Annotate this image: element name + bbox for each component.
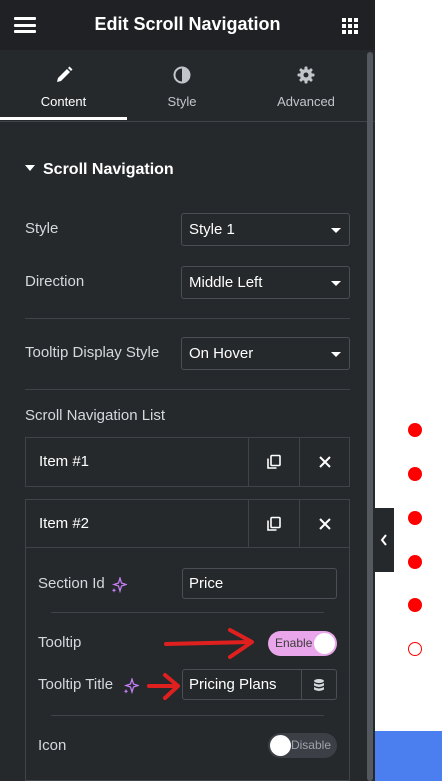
tooltip-display-style-select[interactable]: On Hover (181, 337, 350, 370)
section-toggle-scroll-navigation[interactable]: Scroll Navigation (25, 161, 174, 179)
nav-dot[interactable] (408, 511, 422, 525)
divider (51, 715, 324, 716)
nav-dot[interactable] (408, 423, 422, 437)
close-icon (319, 518, 331, 530)
repeater-item-1: Item #1 (25, 437, 350, 487)
tab-advanced[interactable]: Advanced (237, 50, 375, 122)
direction-select-value: Middle Left (189, 274, 263, 291)
panel-header: Edit Scroll Navigation (0, 0, 375, 50)
chevron-left-icon (380, 534, 387, 546)
divider (51, 612, 324, 613)
copy-icon (267, 516, 281, 531)
style-select-value: Style 1 (189, 221, 235, 238)
nav-dot[interactable] (408, 598, 422, 612)
toggle-knob (270, 735, 291, 756)
style-select[interactable]: Style 1 (181, 213, 350, 246)
database-icon (314, 678, 324, 691)
preview-section-bar (375, 731, 442, 781)
caret-down-icon (25, 165, 35, 171)
direction-label: Direction (25, 273, 85, 290)
section-id-input[interactable]: Price (182, 568, 337, 599)
section-id-value: Price (189, 575, 224, 592)
dynamic-tags-button[interactable] (302, 669, 337, 700)
remove-button[interactable] (299, 500, 350, 548)
copy-icon (267, 454, 281, 469)
panel-tabs: Content Style Advanced (0, 50, 375, 122)
duplicate-button[interactable] (248, 500, 299, 548)
nav-dot[interactable] (408, 555, 422, 569)
chevron-down-icon (331, 228, 341, 233)
gear-icon (297, 66, 315, 84)
divider (25, 389, 350, 390)
chevron-down-icon (331, 352, 341, 357)
tab-advanced-label: Advanced (277, 94, 335, 109)
panel-scrollbar[interactable] (367, 52, 373, 781)
chevron-down-icon (331, 281, 341, 286)
tab-style-label: Style (167, 94, 197, 109)
toggle-knob (314, 633, 335, 654)
panel-collapse-toggle[interactable] (375, 508, 394, 572)
repeater-item-2-title[interactable]: Item #2 (39, 515, 89, 532)
icon-toggle[interactable]: Disable (268, 733, 337, 758)
tooltip-toggle-text: Enable (275, 636, 313, 650)
divider (25, 318, 350, 319)
ai-sparkle-icon[interactable] (111, 577, 127, 593)
icon-toggle-text: Disable (290, 738, 331, 752)
grid-icon[interactable] (342, 18, 358, 34)
direction-select[interactable]: Middle Left (181, 266, 350, 299)
panel-title: Edit Scroll Navigation (94, 14, 281, 34)
tab-content[interactable]: Content (0, 50, 127, 122)
tooltip-display-style-label: Tooltip Display Style (25, 344, 160, 361)
scroll-navigation-list-label: Scroll Navigation List (25, 407, 166, 424)
tooltip-label: Tooltip (38, 634, 82, 651)
repeater-item-1-title[interactable]: Item #1 (39, 453, 89, 470)
tooltip-display-style-value: On Hover (189, 345, 254, 362)
tooltip-title-label: Tooltip Title (38, 676, 114, 693)
active-tab-indicator (0, 117, 127, 120)
pencil-icon (56, 66, 72, 82)
section-id-label: Section Id (38, 575, 105, 592)
tab-style[interactable]: Style (127, 50, 237, 122)
tab-content-label: Content (40, 94, 87, 109)
annotation-arrow (164, 628, 254, 659)
nav-dot-active[interactable] (408, 642, 422, 656)
nav-dot[interactable] (408, 467, 422, 481)
tooltip-title-input[interactable]: Pricing Plans (182, 669, 302, 700)
repeater-item-2-header: Item #2 (26, 500, 349, 548)
style-label: Style (25, 220, 59, 237)
half-circle-icon (173, 66, 191, 84)
remove-button[interactable] (299, 438, 350, 486)
section-title: Scroll Navigation (43, 161, 174, 178)
icon-label: Icon (38, 737, 67, 754)
ai-sparkle-icon[interactable] (123, 678, 139, 694)
repeater-item-1-header: Item #1 (26, 438, 349, 486)
tooltip-title-value: Pricing Plans (189, 676, 277, 693)
tooltip-toggle[interactable]: Enable (268, 631, 337, 656)
annotation-arrow (147, 673, 180, 700)
close-icon (319, 456, 331, 468)
duplicate-button[interactable] (248, 438, 299, 486)
